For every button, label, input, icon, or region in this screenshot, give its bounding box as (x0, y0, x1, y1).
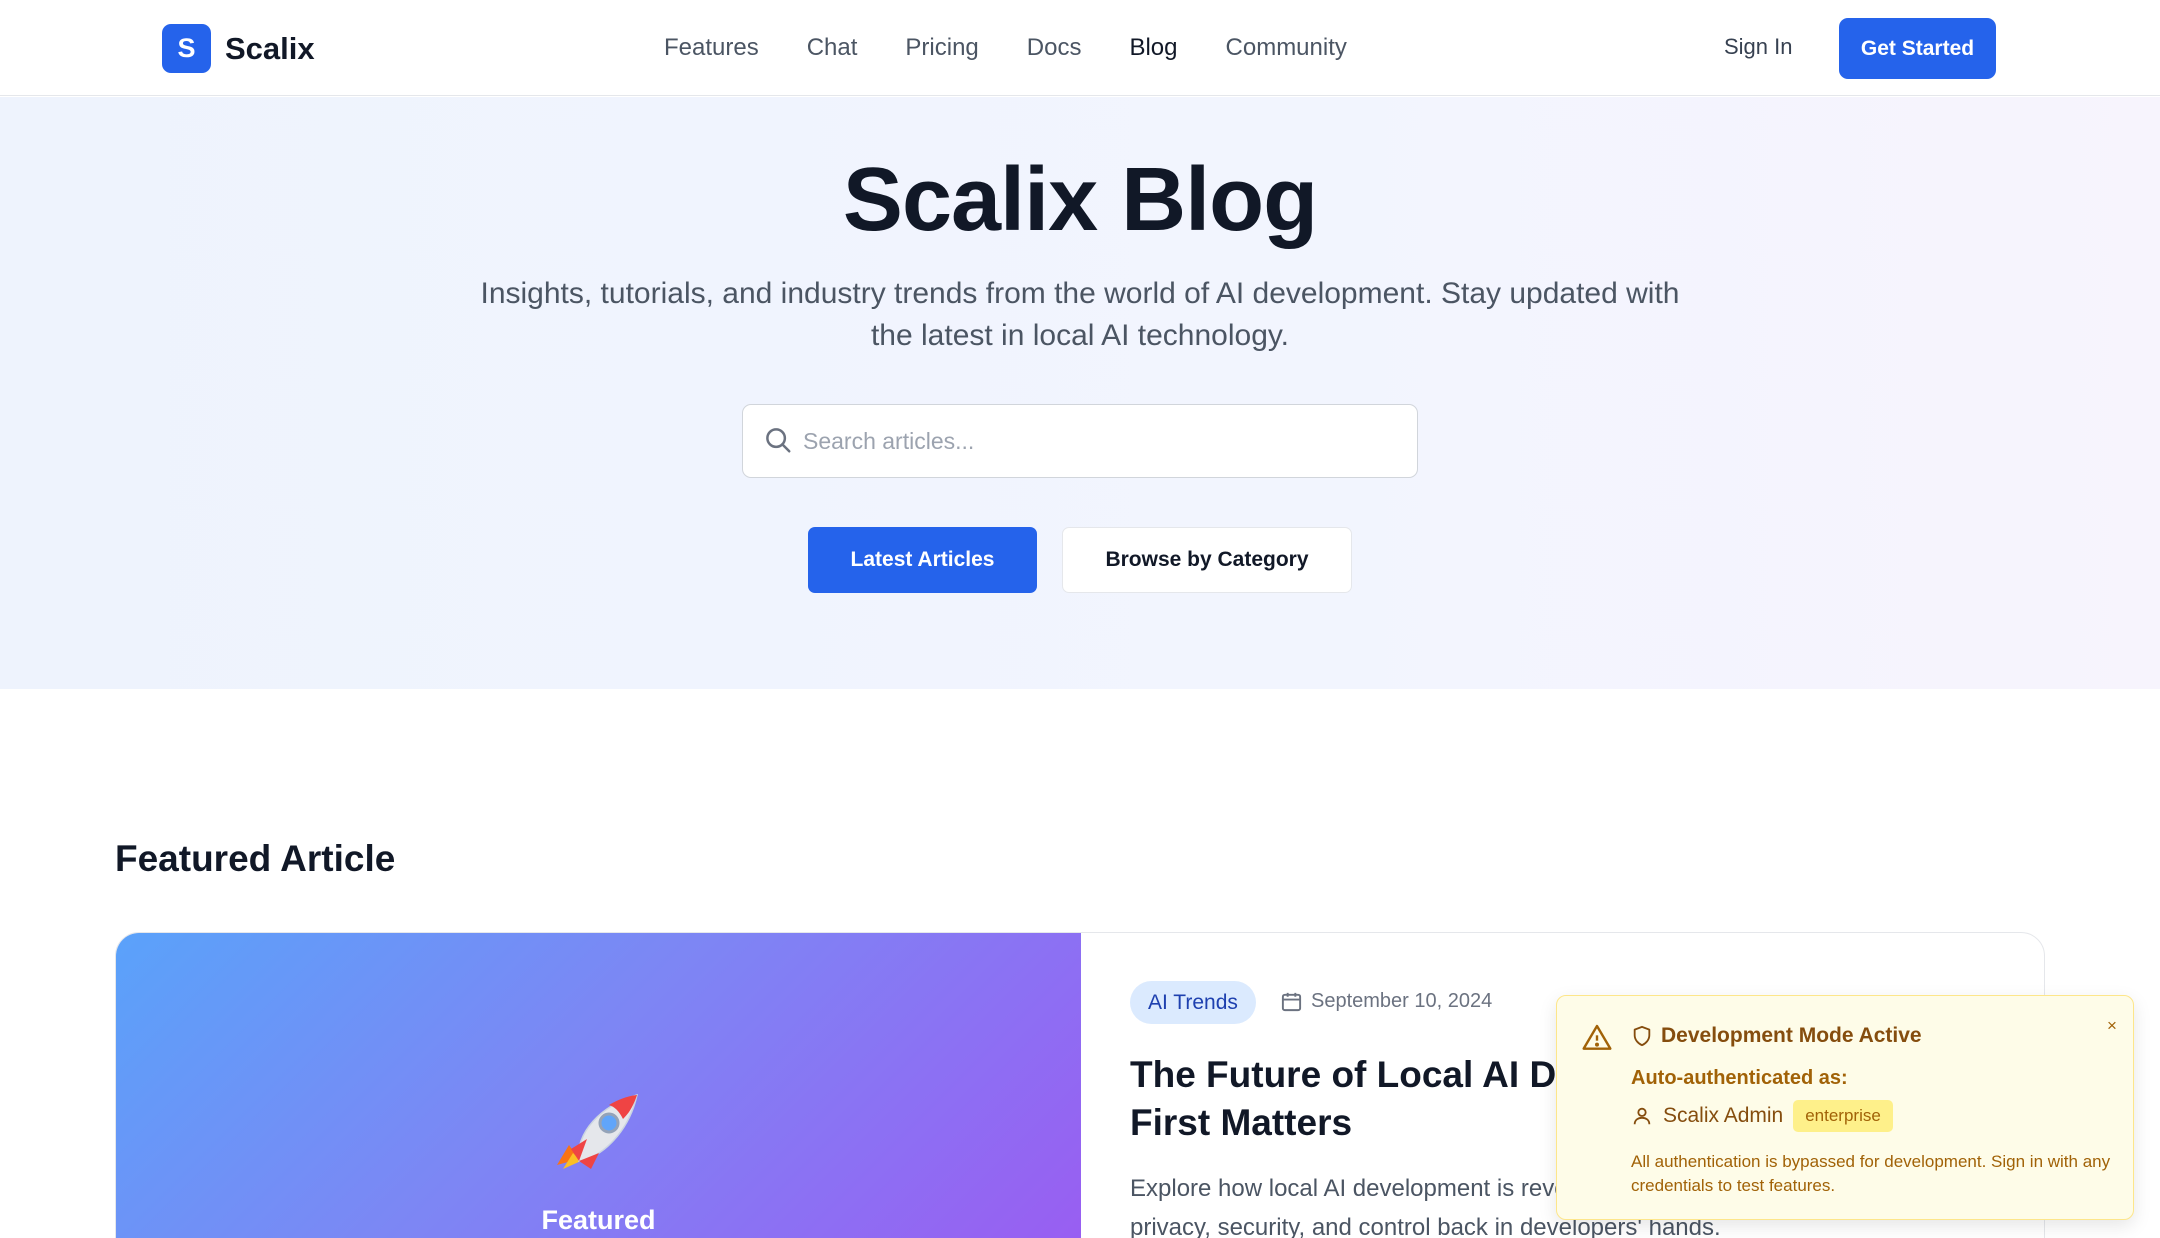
hero-subtitle: Insights, tutorials, and industry trends… (480, 277, 1680, 352)
dev-mode-notice: Development Mode Active × Auto-authentic… (1556, 995, 2134, 1220)
user-icon (1633, 1107, 1651, 1125)
brand-name: Scalix (225, 30, 315, 66)
date-text: September 10, 2024 (1311, 990, 1493, 1012)
latest-articles-button[interactable]: Latest Articles (808, 527, 1037, 593)
search-box[interactable] (742, 404, 1418, 478)
dev-notice-title: Development Mode Active (1661, 1024, 1922, 1047)
dev-notice-note: All authentication is bypassed for devel… (1631, 1152, 2111, 1195)
warning-icon (1582, 1024, 1612, 1050)
logo-mark: S (162, 24, 211, 73)
calendar-icon (1281, 992, 1302, 1012)
nav-link-blog[interactable]: Blog (1129, 34, 1177, 62)
brand-logo[interactable]: S Scalix (162, 24, 315, 73)
dev-notice-header: Development Mode Active (1631, 1024, 1922, 1048)
page-title: Scalix Blog (842, 150, 1318, 250)
auth-user-row: Scalix Admin enterprise (1631, 1100, 1893, 1132)
search-icon (766, 428, 791, 453)
featured-image-label: Featured (541, 1205, 656, 1235)
auth-label: Auto-authenticated as: (1631, 1067, 1848, 1089)
featured-section-title: Featured Article (115, 838, 396, 879)
nav-link-chat[interactable]: Chat (807, 34, 858, 62)
browse-by-category-button[interactable]: Browse by Category (1062, 527, 1352, 593)
featured-article-image: Featured (116, 933, 1081, 1238)
rocket-icon (557, 1093, 639, 1169)
nav-link-pricing[interactable]: Pricing (905, 34, 978, 62)
top-navbar: S Scalix Features Chat Pricing Docs Blog… (0, 0, 2160, 96)
sign-in-link[interactable]: Sign In (1724, 34, 1793, 60)
get-started-button[interactable]: Get Started (1839, 18, 1996, 79)
category-tag[interactable]: AI Trends (1130, 981, 1256, 1024)
auth-user-name: Scalix Admin (1663, 1104, 1784, 1127)
close-icon[interactable]: × (2107, 1016, 2117, 1036)
plan-badge: enterprise (1793, 1100, 1893, 1132)
nav-link-docs[interactable]: Docs (1027, 34, 1082, 62)
article-date: September 10, 2024 (1280, 990, 1492, 1013)
shield-icon (1633, 1025, 1651, 1047)
search-input[interactable] (803, 405, 1393, 477)
nav-link-community[interactable]: Community (1226, 34, 1347, 62)
hero-section: Scalix Blog Insights, tutorials, and ind… (0, 97, 2160, 689)
nav-link-features[interactable]: Features (664, 34, 759, 62)
nav-links: Features Chat Pricing Docs Blog Communit… (664, 0, 1395, 96)
